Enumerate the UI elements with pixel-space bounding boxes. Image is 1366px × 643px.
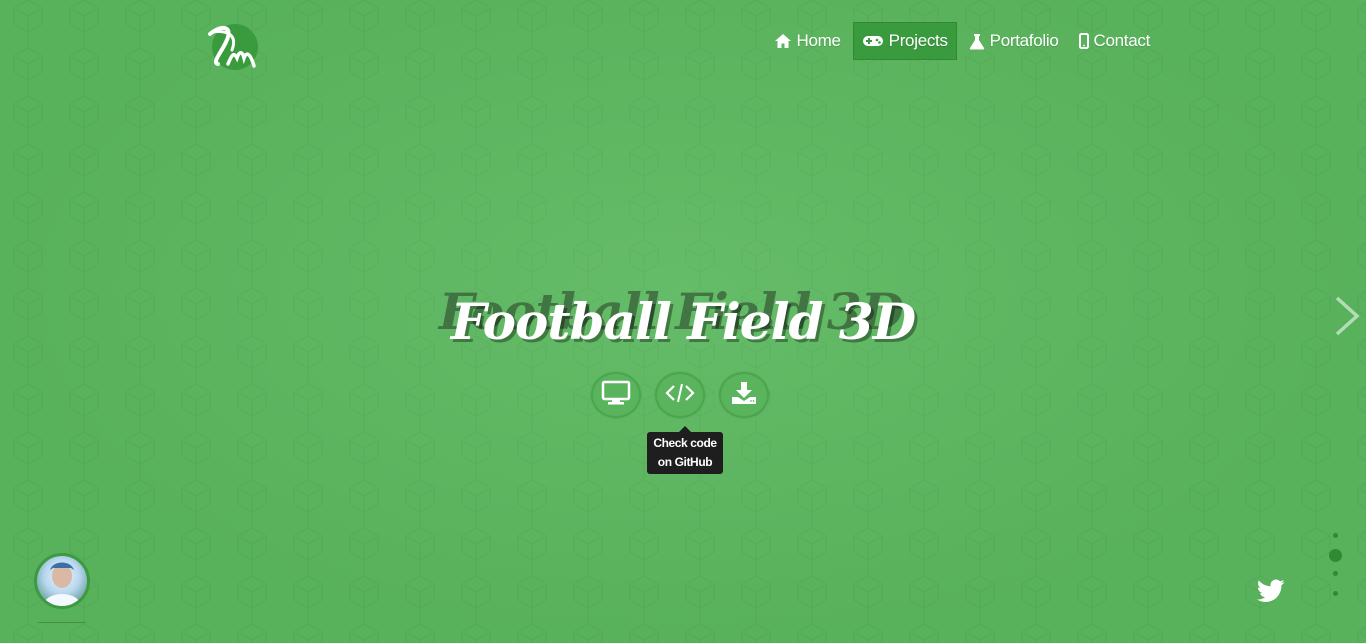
nav-item-home[interactable]: Home [766, 22, 849, 60]
nav-item-label: Contact [1093, 31, 1151, 50]
twitter-icon [1256, 579, 1285, 607]
github-tooltip: Check code on GitHub [647, 426, 723, 474]
flask-icon [969, 33, 985, 50]
download-icon [730, 380, 758, 411]
chevron-right-icon [1334, 296, 1360, 340]
download-button[interactable] [719, 372, 769, 418]
nav-item-portafolio[interactable]: Portafolio [961, 22, 1067, 60]
project-title: Football Field 3D [450, 292, 916, 351]
home-icon [774, 33, 792, 49]
avatar-divider [38, 622, 86, 623]
slide-pagination [1329, 533, 1342, 611]
gamepad-icon [862, 34, 884, 48]
github-code-button[interactable] [655, 372, 705, 418]
site-logo[interactable]: Dm [204, 20, 262, 74]
next-slide-button[interactable] [1334, 296, 1360, 341]
tooltip-line-2: on GitHub [657, 455, 713, 469]
live-demo-button[interactable] [591, 372, 641, 418]
mobile-icon [1078, 33, 1089, 49]
pagination-dot[interactable] [1332, 591, 1338, 596]
main-nav: Home Projects Portafolio Contact [766, 22, 1159, 60]
code-icon [665, 382, 695, 409]
nav-item-contact[interactable]: Contact [1071, 22, 1159, 60]
tooltip-line-1: Check code [653, 436, 717, 450]
nav-item-label: Portafolio [989, 31, 1059, 50]
project-actions [591, 372, 769, 418]
pagination-dot[interactable] [1332, 571, 1338, 576]
nav-item-label: Home [796, 31, 841, 50]
pagination-dot-active[interactable] [1329, 549, 1342, 562]
pagination-dot[interactable] [1332, 533, 1338, 538]
nav-item-projects[interactable]: Projects [852, 22, 957, 60]
nav-item-label: Projects [888, 31, 948, 50]
author-avatar[interactable] [34, 553, 90, 609]
twitter-link[interactable] [1256, 579, 1285, 608]
monitor-icon [601, 380, 631, 411]
